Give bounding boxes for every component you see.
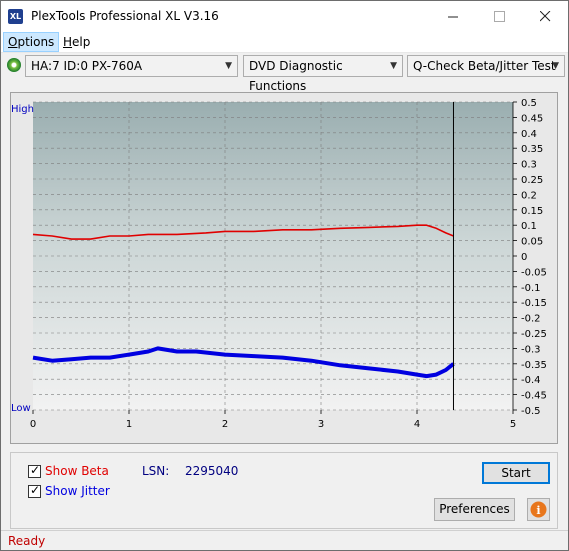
y-tick-label: 0.3 bbox=[521, 160, 537, 171]
y-tick-label: 0.4 bbox=[521, 129, 537, 140]
y-tick-label: 0.25 bbox=[521, 175, 543, 186]
drive-select[interactable]: HA:7 ID:0 PX-760A ▼ bbox=[25, 55, 238, 77]
show-beta-label[interactable]: Show Beta bbox=[45, 464, 109, 478]
status-bar: Ready bbox=[1, 530, 568, 550]
test-select[interactable]: Q-Check Beta/Jitter Test ▼ bbox=[407, 55, 565, 77]
menu-help-rest: elp bbox=[72, 35, 91, 49]
x-tick-label: 5 bbox=[510, 419, 516, 430]
show-jitter-checkbox[interactable] bbox=[28, 483, 41, 498]
menu-help[interactable]: Help bbox=[59, 33, 94, 51]
preferences-button[interactable]: Preferences bbox=[434, 498, 515, 521]
title-bar: XL PlexTools Professional XL V3.16 bbox=[1, 1, 568, 32]
drive-select-value: HA:7 ID:0 PX-760A bbox=[31, 59, 143, 73]
y-tick-label: 0.05 bbox=[521, 237, 543, 248]
x-tick-label: 0 bbox=[30, 419, 36, 430]
y-tick-label: -0.15 bbox=[521, 298, 547, 309]
toolbar: HA:7 ID:0 PX-760A ▼ DVD Diagnostic Funct… bbox=[1, 53, 568, 93]
minimize-button[interactable] bbox=[430, 1, 476, 32]
close-button[interactable] bbox=[522, 1, 568, 32]
y-tick-label: -0.2 bbox=[521, 314, 541, 325]
y-tick-label: 0.5 bbox=[521, 98, 537, 109]
y-tick-label: 0.35 bbox=[521, 144, 543, 155]
preferences-button-label: Preferences bbox=[439, 502, 510, 516]
y-tick-label: 0.45 bbox=[521, 113, 543, 124]
maximize-icon bbox=[493, 11, 505, 22]
lsn-value: 2295040 bbox=[185, 464, 239, 478]
info-button[interactable]: i bbox=[527, 498, 550, 521]
x-tick-label: 4 bbox=[414, 419, 420, 430]
y-tick-label: -0.5 bbox=[521, 406, 541, 417]
chevron-down-icon: ▼ bbox=[552, 61, 559, 71]
x-tick-label: 3 bbox=[318, 419, 324, 430]
show-jitter-label[interactable]: Show Jitter bbox=[45, 484, 110, 498]
y-tick-label: -0.3 bbox=[521, 344, 541, 355]
close-icon bbox=[539, 11, 550, 22]
function-select-value: DVD Diagnostic Functions bbox=[249, 59, 343, 93]
low-label: Low bbox=[11, 403, 31, 414]
chevron-down-icon: ▼ bbox=[390, 61, 397, 71]
menu-options[interactable]: Options bbox=[3, 32, 60, 52]
x-tick-label: 1 bbox=[126, 419, 132, 430]
x-axis-labels: 0 1 2 3 4 5 bbox=[30, 419, 516, 430]
minimize-icon bbox=[447, 16, 458, 18]
menu-options-rest: ptions bbox=[17, 35, 55, 49]
y-axis-labels: 0.5 0.45 0.4 0.35 0.3 0.25 0.2 0.15 0.1 0.05 0 -0.0… bbox=[521, 98, 547, 417]
y-tick-label: 0.1 bbox=[521, 221, 537, 232]
y-tick-label: -0.45 bbox=[521, 391, 547, 402]
show-beta-checkbox[interactable] bbox=[28, 463, 41, 478]
info-icon: i bbox=[530, 501, 547, 518]
app-logo-icon: XL bbox=[8, 9, 23, 24]
options-panel: Show Beta Show Jitter LSN: 2295040 Start… bbox=[10, 452, 558, 529]
y-tick-label: -0.25 bbox=[521, 329, 547, 340]
beta-jitter-chart: 0.5 0.45 0.4 0.35 0.3 0.25 0.2 0.15 0.1 0.05 0 -0.0… bbox=[11, 98, 547, 430]
high-label: High bbox=[11, 104, 34, 115]
y-tick-label: 0.2 bbox=[521, 190, 537, 201]
y-tick-label: 0 bbox=[521, 252, 527, 263]
maximize-button[interactable] bbox=[476, 1, 522, 32]
svg-text:i: i bbox=[536, 504, 540, 517]
start-button[interactable]: Start bbox=[482, 462, 550, 484]
disc-drive-icon bbox=[7, 58, 21, 72]
y-tick-label: -0.35 bbox=[521, 360, 547, 371]
chart-panel: 0.5 0.45 0.4 0.35 0.3 0.25 0.2 0.15 0.1 0.05 0 -0.0… bbox=[10, 92, 558, 444]
menu-bar: Options Help bbox=[1, 32, 568, 53]
y-tick-label: -0.4 bbox=[521, 375, 541, 386]
chevron-down-icon: ▼ bbox=[225, 61, 232, 71]
y-tick-label: 0.15 bbox=[521, 206, 543, 217]
status-text: Ready bbox=[8, 534, 46, 548]
x-tick-label: 2 bbox=[222, 419, 228, 430]
function-select[interactable]: DVD Diagnostic Functions ▼ bbox=[243, 55, 403, 93]
y-tick-label: -0.1 bbox=[521, 283, 541, 294]
test-select-value: Q-Check Beta/Jitter Test bbox=[413, 59, 556, 73]
lsn-label: LSN: bbox=[142, 464, 170, 478]
main-window: XL PlexTools Professional XL V3.16 Optio… bbox=[0, 0, 569, 551]
y-tick-label: -0.05 bbox=[521, 267, 547, 278]
window-title: PlexTools Professional XL V3.16 bbox=[31, 9, 219, 23]
start-button-label: Start bbox=[501, 466, 531, 480]
menu-help-mnemonic: H bbox=[63, 35, 73, 49]
